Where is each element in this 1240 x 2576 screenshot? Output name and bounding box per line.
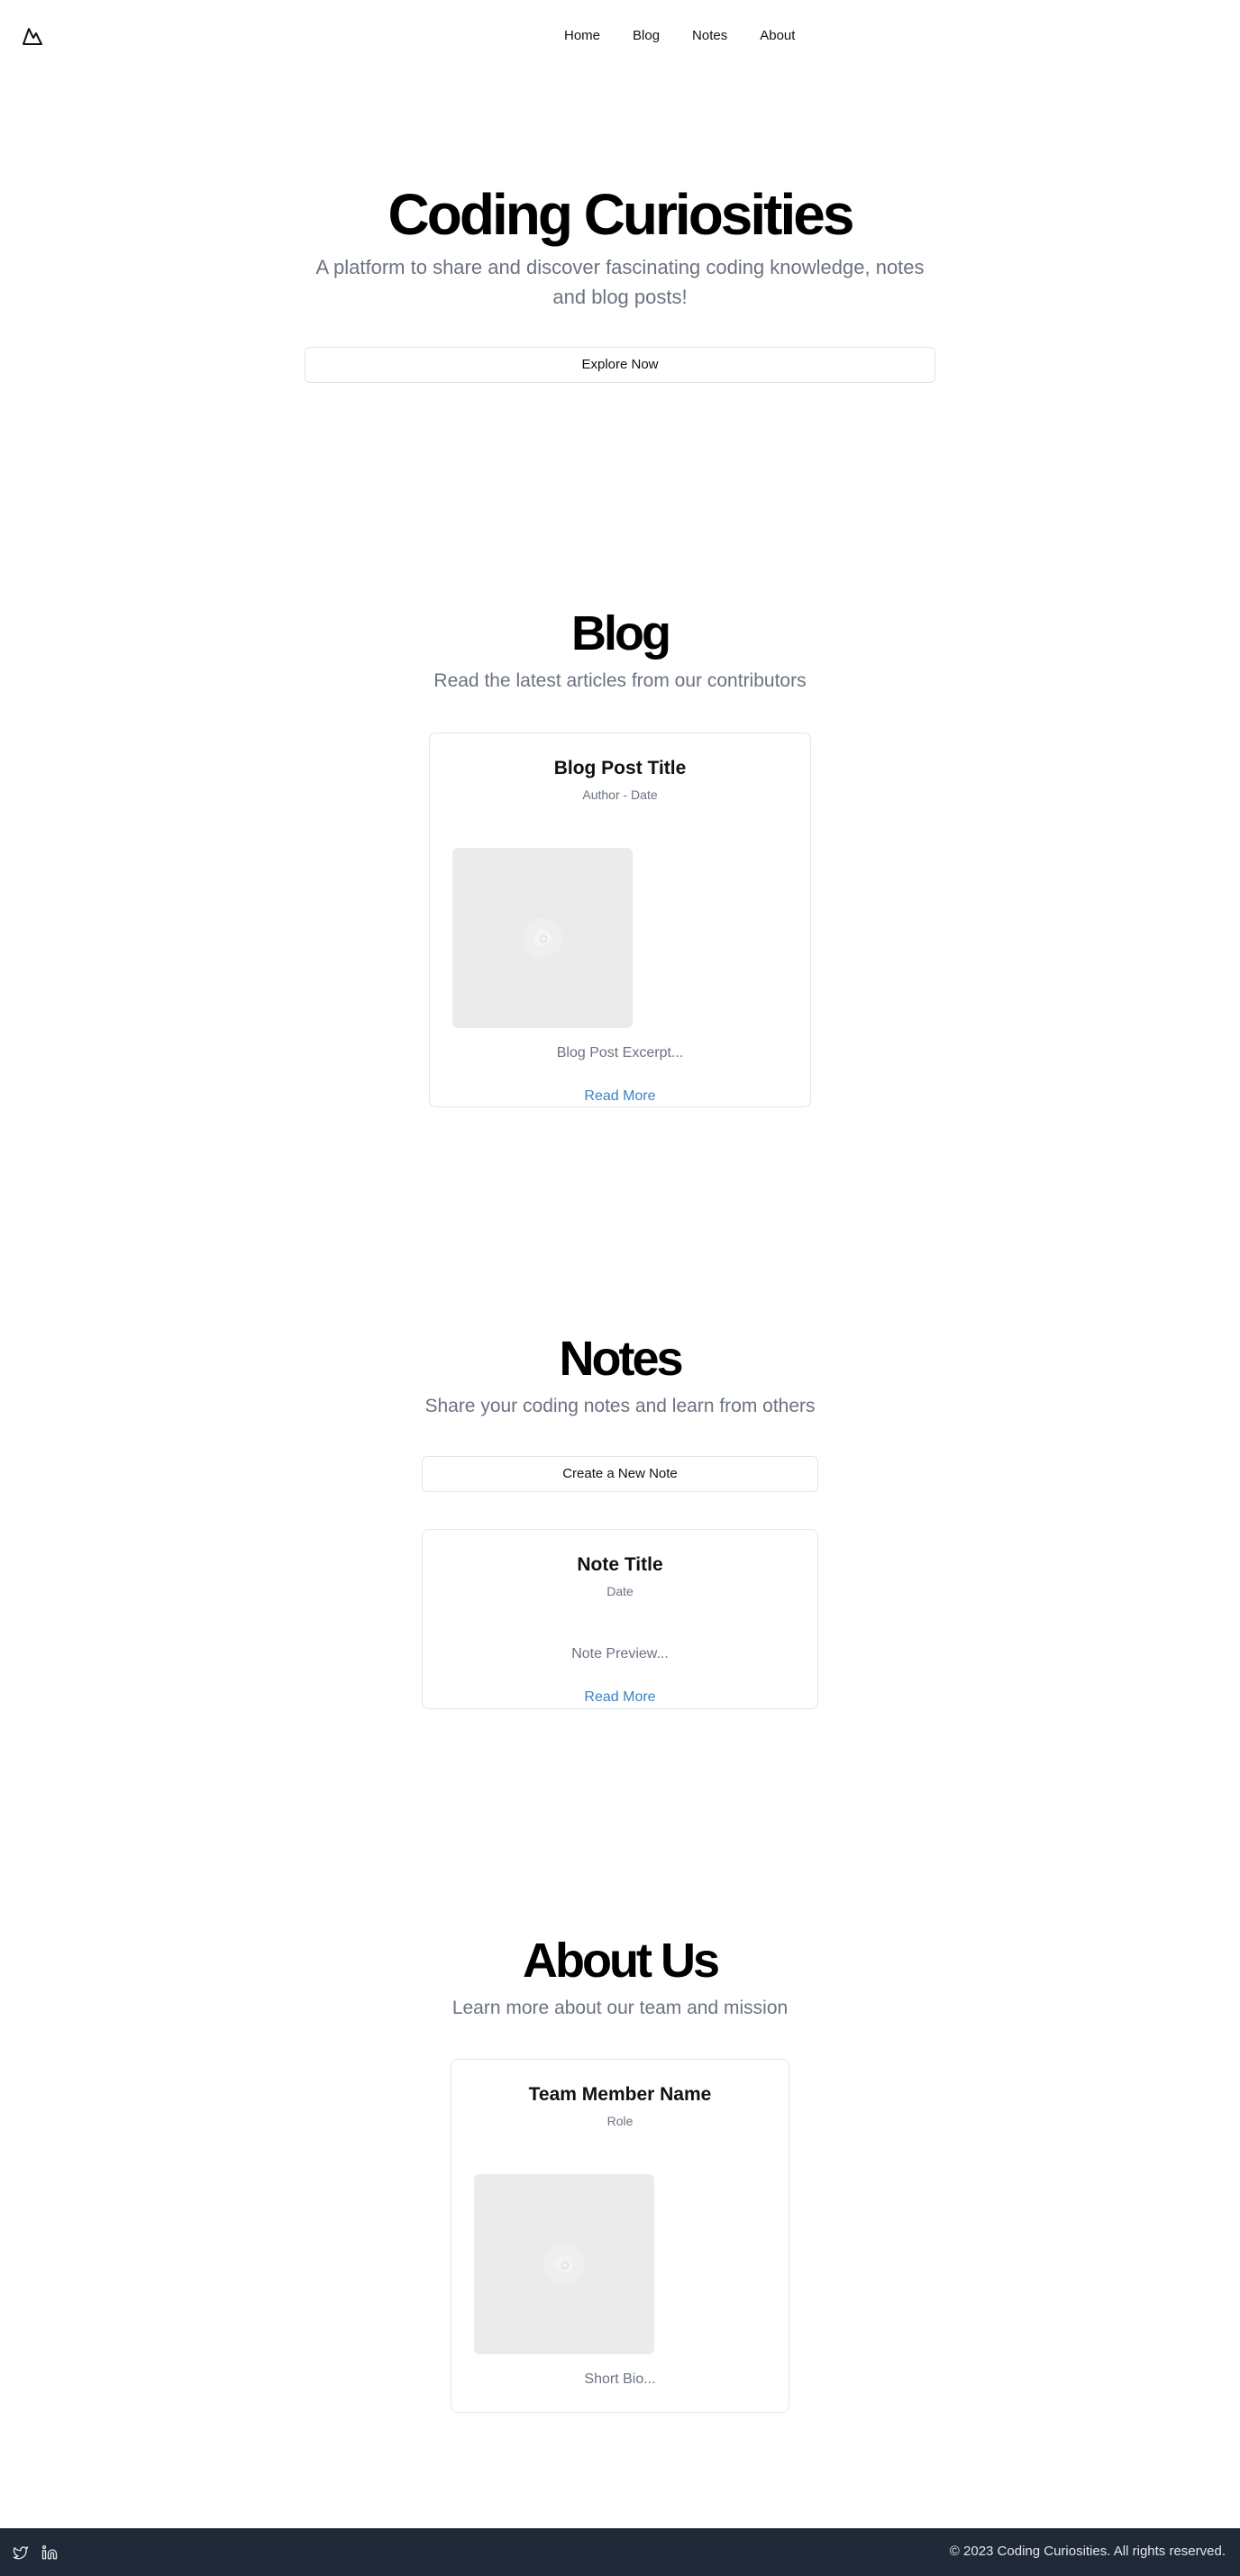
nav-link-home[interactable]: Home [564, 25, 600, 47]
note-date: Date [606, 1584, 634, 1598]
image-placeholder-icon [523, 918, 562, 958]
note-title: Note Title [577, 1554, 663, 1575]
blog-post-meta: Author - Date [582, 787, 658, 802]
copyright-text: © 2023 Coding Curiosities. All rights re… [949, 2544, 1226, 2559]
linkedin-icon[interactable] [41, 2544, 58, 2561]
twitter-icon[interactable] [13, 2544, 29, 2561]
create-note-button[interactable]: Create a New Note [422, 1456, 818, 1492]
blog-post-card: Blog Post Title Author - Date Blog Post … [429, 733, 811, 1107]
explore-now-button[interactable]: Explore Now [305, 347, 935, 383]
blog-title: Blog [571, 606, 671, 660]
mountain-logo-icon[interactable] [22, 25, 43, 47]
about-title: About Us [523, 1934, 720, 1988]
hero-title: Coding Curiosities [388, 182, 855, 247]
note-preview: Note Preview... [571, 1646, 669, 1661]
main-nav: Home Blog Notes About [564, 25, 795, 47]
blog-post-excerpt: Blog Post Excerpt... [556, 1045, 684, 1060]
team-member-bio: Short Bio... [584, 2371, 656, 2387]
blog-post-title: Blog Post Title [553, 758, 687, 778]
hero-subtitle-line-2: and blog posts! [552, 286, 688, 308]
image-placeholder-icon [544, 2244, 584, 2284]
nav-link-about[interactable]: About [760, 25, 795, 47]
note-read-more-link[interactable]: Read More [423, 1687, 817, 1708]
nav-link-notes[interactable]: Notes [692, 25, 727, 47]
team-member-card: Team Member Name Role Short Bio... [451, 2059, 789, 2413]
note-card: Note Title Date Note Preview... Read Mor… [422, 1529, 818, 1709]
site-footer: © 2023 Coding Curiosities. All rights re… [0, 2528, 1240, 2576]
blog-post-image [452, 848, 633, 1028]
blog-subtitle: Read the latest articles from our contri… [433, 670, 807, 691]
hero-subtitle-line-1: A platform to share and discover fascina… [315, 256, 925, 278]
about-subtitle: Learn more about our team and mission [451, 1998, 789, 2018]
notes-subtitle: Share your coding notes and learn from o… [424, 1396, 816, 1416]
team-member-photo [474, 2174, 654, 2354]
team-member-name: Team Member Name [528, 2084, 712, 2105]
blog-read-more-link[interactable]: Read More [430, 1086, 810, 1107]
notes-title: Notes [559, 1332, 683, 1386]
site-header: Home Blog Notes About [0, 0, 1240, 72]
nav-link-blog[interactable]: Blog [633, 25, 660, 47]
team-member-role: Role [606, 2114, 634, 2128]
